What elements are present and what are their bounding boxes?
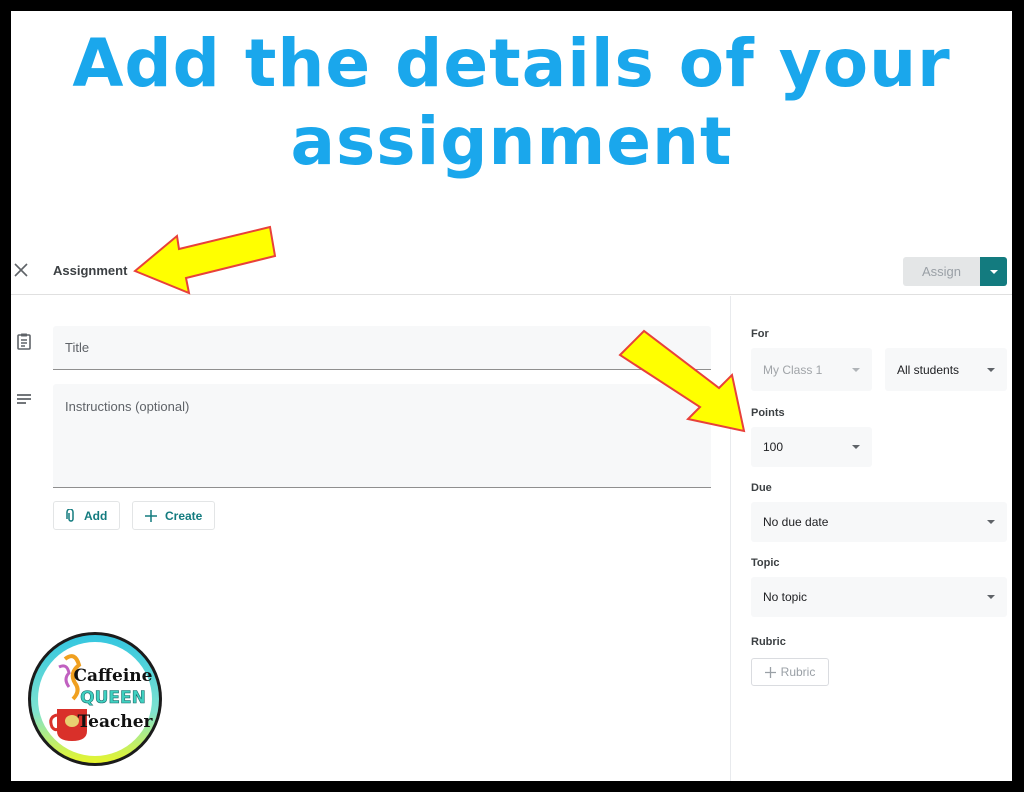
chevron-down-icon — [852, 445, 860, 449]
add-rubric-button[interactable]: Rubric — [751, 658, 829, 686]
logo-line-1: Caffeine — [74, 666, 153, 686]
chevron-down-icon — [987, 595, 995, 599]
close-icon[interactable] — [11, 261, 31, 281]
headline-line-2: assignment — [290, 103, 733, 180]
plus-icon — [764, 666, 776, 678]
chevron-down-icon — [987, 520, 995, 524]
topic-select[interactable]: No topic — [751, 577, 1007, 617]
assignment-settings-pane: For My Class 1 All students Points 100 D… — [730, 296, 1012, 781]
due-label: Due — [751, 482, 772, 494]
paperclip-icon — [66, 508, 74, 522]
add-attachment-button[interactable]: Add — [53, 501, 121, 530]
chevron-down-icon — [987, 367, 995, 372]
rubric-button-label: Rubric — [780, 665, 816, 679]
topic-label: Topic — [751, 557, 780, 569]
logo-line-3: Teacher — [77, 712, 153, 732]
students-select[interactable]: All students — [885, 348, 1007, 391]
annotation-arrow-left — [133, 225, 277, 295]
rubric-label: Rubric — [751, 636, 786, 648]
points-select-value: 100 — [763, 440, 784, 454]
screenshot-frame: Add the details of your assignment Assig… — [11, 11, 1012, 781]
clipboard-icon — [15, 332, 33, 350]
assign-options-button[interactable] — [980, 257, 1007, 286]
chevron-down-icon — [852, 367, 860, 372]
caffeine-queen-teacher-logo: Caffeine QUEEN Teacher — [28, 632, 162, 766]
topic-select-value: No topic — [763, 590, 808, 604]
title-input[interactable] — [53, 326, 711, 369]
due-select-value: No due date — [763, 515, 829, 529]
due-select[interactable]: No due date — [751, 502, 1007, 542]
title-field[interactable] — [53, 326, 711, 370]
students-select-value: All students — [897, 362, 960, 377]
instructions-input[interactable] — [53, 384, 711, 487]
notes-lines-icon — [15, 390, 33, 408]
points-label: Points — [751, 407, 785, 419]
create-label: Create — [165, 508, 203, 523]
class-select[interactable]: My Class 1 — [751, 348, 872, 391]
logo-line-2: QUEEN — [80, 688, 146, 708]
page-title: Assignment — [53, 263, 128, 278]
annotation-arrow-right — [618, 329, 746, 433]
headline-line-1: Add the details of your — [72, 25, 951, 102]
plus-icon — [145, 509, 157, 522]
add-label: Add — [84, 508, 108, 523]
assign-button-group: Assign — [903, 257, 1007, 286]
headline: Add the details of your assignment — [11, 25, 1012, 181]
points-select[interactable]: 100 — [751, 427, 872, 467]
create-button[interactable]: Create — [132, 501, 216, 530]
assign-button[interactable]: Assign — [903, 257, 980, 286]
for-label: For — [751, 328, 769, 340]
class-select-value: My Class 1 — [763, 362, 823, 377]
instructions-field[interactable] — [53, 384, 711, 488]
chevron-down-icon — [989, 269, 998, 274]
